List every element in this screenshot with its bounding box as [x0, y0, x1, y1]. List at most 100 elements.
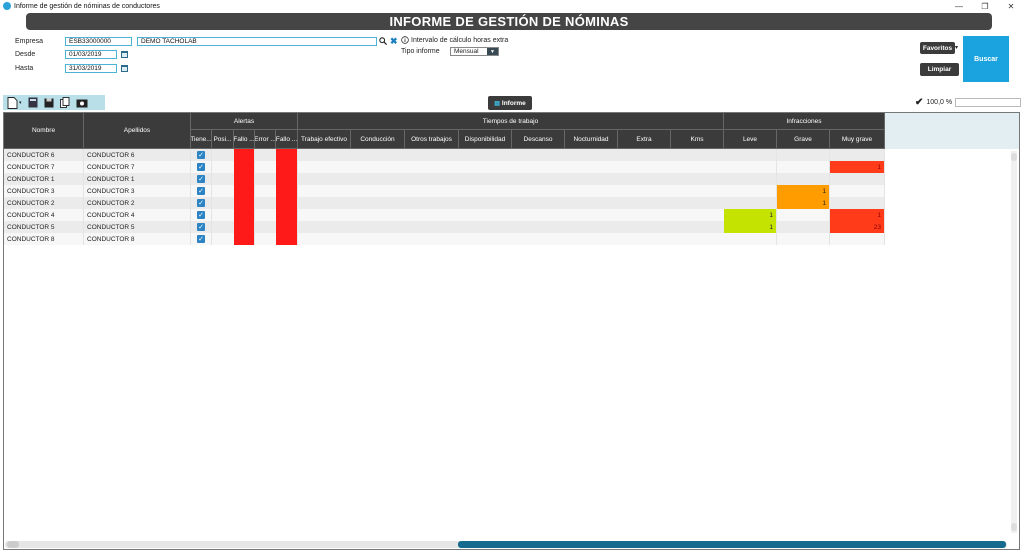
- column-header-conduccion: Conducción: [351, 130, 405, 149]
- report-icon: ▤: [494, 100, 500, 107]
- tiene-checkbox[interactable]: ✓: [191, 209, 212, 221]
- window-title: Informe de gestión de nóminas de conduct…: [14, 2, 160, 10]
- toolbar: ▾: [3, 95, 105, 110]
- limpiar-button[interactable]: Limpiar: [920, 63, 959, 76]
- checkbox-checked-icon: ✓: [197, 175, 205, 183]
- alert-fallo-indicator: [234, 233, 255, 245]
- calculator-icon[interactable]: [28, 97, 38, 108]
- tiene-checkbox[interactable]: ✓: [191, 149, 212, 161]
- scroll-down-icon[interactable]: [1011, 523, 1017, 531]
- scroll-left-icon[interactable]: [7, 541, 19, 548]
- tipo-informe-select[interactable]: Mensual ▼: [450, 47, 499, 56]
- checkmark-icon: ✔: [915, 97, 924, 108]
- checkbox-checked-icon: ✓: [197, 163, 205, 171]
- empresa-label: Empresa: [15, 38, 44, 45]
- cell-muy-grave: 23: [830, 221, 885, 233]
- column-header-disponibilidad: Disponibilidad: [459, 130, 512, 149]
- cell-leve: [724, 149, 777, 161]
- minimize-icon[interactable]: —: [946, 0, 972, 12]
- screenshot-icon[interactable]: [76, 98, 88, 108]
- alert-fallo-indicator: [276, 185, 298, 197]
- cell-apellidos: CONDUCTOR 1: [84, 173, 191, 185]
- info-icon[interactable]: [401, 36, 409, 44]
- close-icon[interactable]: ✕: [998, 0, 1024, 12]
- calendar-icon[interactable]: [121, 65, 128, 72]
- hasta-date-input[interactable]: 31/03/2019: [65, 64, 117, 73]
- restore-icon[interactable]: ❐: [972, 0, 998, 12]
- cell-leve: [724, 161, 777, 173]
- favoritos-button[interactable]: Favoritos: [920, 42, 955, 54]
- column-header-descanso: Descanso: [512, 130, 565, 149]
- alert-fallo-indicator: [276, 173, 298, 185]
- cell-apellidos: CONDUCTOR 7: [84, 161, 191, 173]
- cell-nombre: CONDUCTOR 7: [4, 161, 84, 173]
- results-table: Nombre Apellidos Alertas Tiempos de trabajo…: [3, 112, 1020, 550]
- column-header-kms: Kms: [671, 130, 724, 149]
- page-title: INFORME DE GESTIÓN DE NÓMINAS: [26, 13, 992, 30]
- cell-leve: [724, 197, 777, 209]
- cell-nombre: CONDUCTOR 6: [4, 149, 84, 161]
- empresa-code-input[interactable]: ESB33000000: [65, 37, 132, 46]
- chevron-down-icon[interactable]: ▼: [487, 48, 498, 55]
- cell-grave: 1: [777, 185, 830, 197]
- column-header-muy-grave: Muy grave: [830, 130, 885, 149]
- cell-apellidos: CONDUCTOR 4: [84, 209, 191, 221]
- alert-fallo-indicator: [276, 209, 298, 221]
- tiene-checkbox[interactable]: ✓: [191, 185, 212, 197]
- alert-fallo-indicator: [234, 149, 255, 161]
- column-header-apellidos: Apellidos: [84, 113, 191, 149]
- cell-grave: [777, 173, 830, 185]
- cell-muy-grave: [830, 173, 885, 185]
- copy-icon[interactable]: [59, 97, 70, 108]
- new-dropdown-icon[interactable]: ▾: [19, 100, 22, 106]
- group-header-infracciones: Infracciones: [724, 113, 885, 130]
- alert-fallo-indicator: [276, 161, 298, 173]
- column-header-extra: Extra: [618, 130, 671, 149]
- horizontal-scroll-thumb[interactable]: [458, 541, 1006, 548]
- cell-nombre: CONDUCTOR 3: [4, 185, 84, 197]
- column-header-nocturnidad: Nocturnidad: [565, 130, 618, 149]
- empresa-name-input[interactable]: DEMO TACHOLAB: [137, 37, 377, 46]
- cell-grave: [777, 221, 830, 233]
- clear-icon[interactable]: ✖: [390, 36, 398, 47]
- horizontal-scrollbar[interactable]: [5, 541, 1007, 548]
- column-header-otros-trabajos: Otros trabajos: [405, 130, 459, 149]
- informe-button[interactable]: ▤ Informe: [488, 96, 532, 110]
- cell-nombre: CONDUCTOR 2: [4, 197, 84, 209]
- cell-apellidos: CONDUCTOR 5: [84, 221, 191, 233]
- tiene-checkbox[interactable]: ✓: [191, 221, 212, 233]
- cell-leve: 1: [724, 221, 777, 233]
- checkbox-checked-icon: ✓: [197, 211, 205, 219]
- checkbox-checked-icon: ✓: [197, 151, 205, 159]
- search-icon[interactable]: [379, 37, 387, 45]
- scroll-up-icon[interactable]: [1011, 153, 1017, 161]
- window-titlebar: Informe de gestión de nóminas de conduct…: [0, 0, 1024, 12]
- tiene-checkbox[interactable]: ✓: [191, 233, 212, 245]
- cell-muy-grave: [830, 149, 885, 161]
- progress-text: 100,0 %: [926, 99, 953, 106]
- alert-fallo-indicator: [276, 197, 298, 209]
- tiene-checkbox[interactable]: ✓: [191, 173, 212, 185]
- column-header-tiene: Tiene...: [191, 130, 212, 149]
- cell-muy-grave: 1: [830, 209, 885, 221]
- save-icon[interactable]: [44, 98, 54, 108]
- checkbox-checked-icon: ✓: [197, 235, 205, 243]
- cell-nombre: CONDUCTOR 5: [4, 221, 84, 233]
- group-header-alertas: Alertas: [191, 113, 298, 130]
- progress-bar: [955, 98, 1022, 107]
- table-header-filler: [885, 113, 1019, 149]
- favoritos-dropdown-icon[interactable]: ▾: [955, 44, 958, 51]
- tiene-checkbox[interactable]: ✓: [191, 161, 212, 173]
- buscar-button[interactable]: Buscar: [963, 36, 1009, 82]
- tiene-checkbox[interactable]: ✓: [191, 197, 212, 209]
- column-header-posi: Posi...: [212, 130, 234, 149]
- column-header-nombre: Nombre: [4, 113, 84, 149]
- alert-fallo-indicator: [234, 209, 255, 221]
- new-document-icon[interactable]: [7, 96, 18, 109]
- tipo-informe-value: Mensual: [454, 48, 479, 55]
- desde-date-input[interactable]: 01/03/2019: [65, 50, 117, 59]
- intervalo-horas-extra-link[interactable]: Intervalo de cálculo horas extra: [411, 37, 508, 44]
- calendar-icon[interactable]: [121, 51, 128, 58]
- cell-nombre: CONDUCTOR 1: [4, 173, 84, 185]
- vertical-scrollbar[interactable]: [1011, 151, 1017, 533]
